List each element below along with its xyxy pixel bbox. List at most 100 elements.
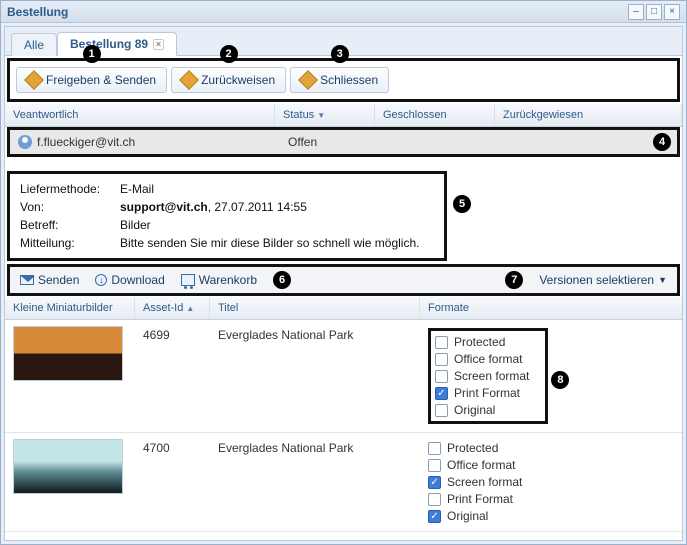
checkbox[interactable]	[435, 353, 448, 366]
asset-title-cell: Everglades National Park	[210, 439, 420, 525]
cart-button[interactable]: Warenkorb	[177, 271, 261, 289]
format-item[interactable]: Screen format	[435, 369, 529, 383]
package-icon	[24, 70, 44, 90]
asset-row[interactable]: 4699Everglades National Park Protected Off…	[5, 320, 682, 433]
details-wrapper: Liefermethode: E-Mail Von: support@vit.c…	[5, 157, 682, 263]
format-item[interactable]: ✓ Print Format	[435, 386, 529, 400]
asset-id-cell: 4700	[135, 439, 210, 525]
action-left: Senden ↓ Download Warenkorb 6	[16, 271, 291, 289]
release-send-button[interactable]: 1 Freigeben & Senden	[16, 67, 167, 93]
col-format[interactable]: Formate	[420, 297, 682, 319]
checkbox[interactable]: ✓	[435, 387, 448, 400]
thumbnail-image[interactable]	[13, 326, 123, 381]
format-label: Protected	[454, 335, 505, 349]
format-list: Protected Office format ✓ Screen format Prin…	[428, 441, 674, 523]
window-title: Bestellung	[7, 5, 68, 19]
minimize-button[interactable]: –	[628, 4, 644, 20]
checkbox[interactable]	[428, 459, 441, 472]
format-label: Office format	[454, 352, 522, 366]
format-label: Screen format	[447, 475, 522, 489]
col-thumb[interactable]: Kleine Miniaturbilder	[5, 297, 135, 319]
checkbox[interactable]: ✓	[428, 510, 441, 523]
format-item[interactable]: Print Format	[428, 492, 674, 506]
format-label: Print Format	[447, 492, 513, 506]
tab-label: Bestellung 89	[70, 37, 148, 51]
checkbox[interactable]	[435, 336, 448, 349]
from-label: Von:	[20, 200, 120, 214]
callout-7: 7	[505, 271, 523, 289]
responsible-cell: f.flueckiger@vit.ch	[10, 130, 280, 154]
status-cell: Offen	[280, 130, 380, 154]
col-status[interactable]: Status ▼	[275, 104, 375, 126]
format-item[interactable]: Office format	[428, 458, 674, 472]
col-title[interactable]: Titel	[210, 297, 420, 319]
dropdown-icon: ▼	[658, 275, 667, 285]
button-label: Senden	[38, 273, 79, 287]
reject-button[interactable]: 2 Zurückweisen	[171, 67, 286, 93]
checkbox[interactable]	[435, 404, 448, 417]
checkbox[interactable]: ✓	[428, 476, 441, 489]
button-label: Warenkorb	[199, 273, 257, 287]
asset-row[interactable]: 4700Everglades National Park Protected Off…	[5, 433, 682, 532]
tab-close-icon[interactable]: ×	[153, 39, 164, 50]
tab-all[interactable]: Alle	[11, 33, 57, 56]
method-label: Liefermethode:	[20, 182, 120, 196]
format-label: Print Format	[454, 386, 520, 400]
format-item[interactable]: Protected	[428, 441, 674, 455]
asset-grid-header: Kleine Miniaturbilder Asset-Id ▲ Titel F…	[5, 297, 682, 320]
format-item[interactable]: Office format	[435, 352, 529, 366]
format-list: Protected Office format Screen format ✓ Prin…	[435, 335, 529, 417]
subject-label: Betreff:	[20, 218, 120, 232]
sort-icon: ▼	[317, 111, 325, 120]
window-controls: – □ ×	[628, 4, 680, 20]
message-label: Mitteilung:	[20, 236, 120, 250]
download-button[interactable]: ↓ Download	[91, 271, 168, 289]
package-icon	[179, 70, 199, 90]
send-button[interactable]: Senden	[16, 271, 83, 289]
format-label: Original	[454, 403, 495, 417]
message-value: Bitte senden Sie mir diese Bilder so sch…	[120, 236, 419, 250]
tab-order[interactable]: Bestellung 89 ×	[57, 32, 177, 56]
format-highlight-box: Protected Office format Screen format ✓ Prin…	[428, 328, 548, 424]
col-rejected[interactable]: Zurückgewiesen	[495, 104, 682, 126]
cart-icon	[181, 274, 195, 286]
format-item[interactable]: ✓ Screen format	[428, 475, 674, 489]
format-item[interactable]: Original	[435, 403, 529, 417]
asset-id-cell: 4699	[135, 326, 210, 426]
callout-3: 3	[331, 45, 349, 63]
close-window-button[interactable]: ×	[664, 4, 680, 20]
format-cell: Protected Office format Screen format ✓ Prin…	[420, 326, 682, 426]
maximize-button[interactable]: □	[646, 4, 662, 20]
select-versions-button[interactable]: Versionen selektieren ▼	[535, 271, 671, 289]
callout-1: 1	[83, 45, 101, 63]
col-closed[interactable]: Geschlossen	[375, 104, 495, 126]
details-box: Liefermethode: E-Mail Von: support@vit.c…	[7, 171, 447, 261]
from-value: support@vit.ch, 27.07.2011 14:55	[120, 200, 307, 214]
sort-up-icon: ▲	[186, 304, 194, 313]
body: Alle Bestellung 89 × 1 Freigeben & Sende…	[4, 26, 683, 541]
package-icon	[298, 70, 318, 90]
format-item[interactable]: Protected	[435, 335, 529, 349]
col-asset-id[interactable]: Asset-Id ▲	[135, 297, 210, 319]
format-item[interactable]: ✓Original	[428, 509, 674, 523]
asset-rows: 4699Everglades National Park Protected Off…	[5, 320, 682, 540]
thumbnail-image[interactable]	[13, 439, 123, 494]
close-button[interactable]: 3 Schliessen	[290, 67, 389, 93]
action-right: 7 Versionen selektieren ▼	[505, 271, 671, 289]
checkbox[interactable]	[435, 370, 448, 383]
responsible-text: f.flueckiger@vit.ch	[37, 135, 135, 149]
checkbox[interactable]	[428, 493, 441, 506]
download-icon: ↓	[95, 274, 107, 286]
checkbox[interactable]	[428, 442, 441, 455]
titlebar: Bestellung – □ ×	[1, 1, 686, 23]
format-label: Office format	[447, 458, 515, 472]
button-label: Freigeben & Senden	[46, 73, 156, 87]
thumb-cell	[5, 439, 135, 525]
action-bar: Senden ↓ Download Warenkorb 6 7 Versione…	[7, 264, 680, 296]
status-row[interactable]: f.flueckiger@vit.ch Offen 4	[7, 127, 680, 157]
col-responsible[interactable]: Veantwortlich	[5, 104, 275, 126]
callout-5: 5	[453, 195, 471, 213]
subject-value: Bilder	[120, 218, 151, 232]
asset-title-cell: Everglades National Park	[210, 326, 420, 426]
method-value: E-Mail	[120, 182, 154, 196]
